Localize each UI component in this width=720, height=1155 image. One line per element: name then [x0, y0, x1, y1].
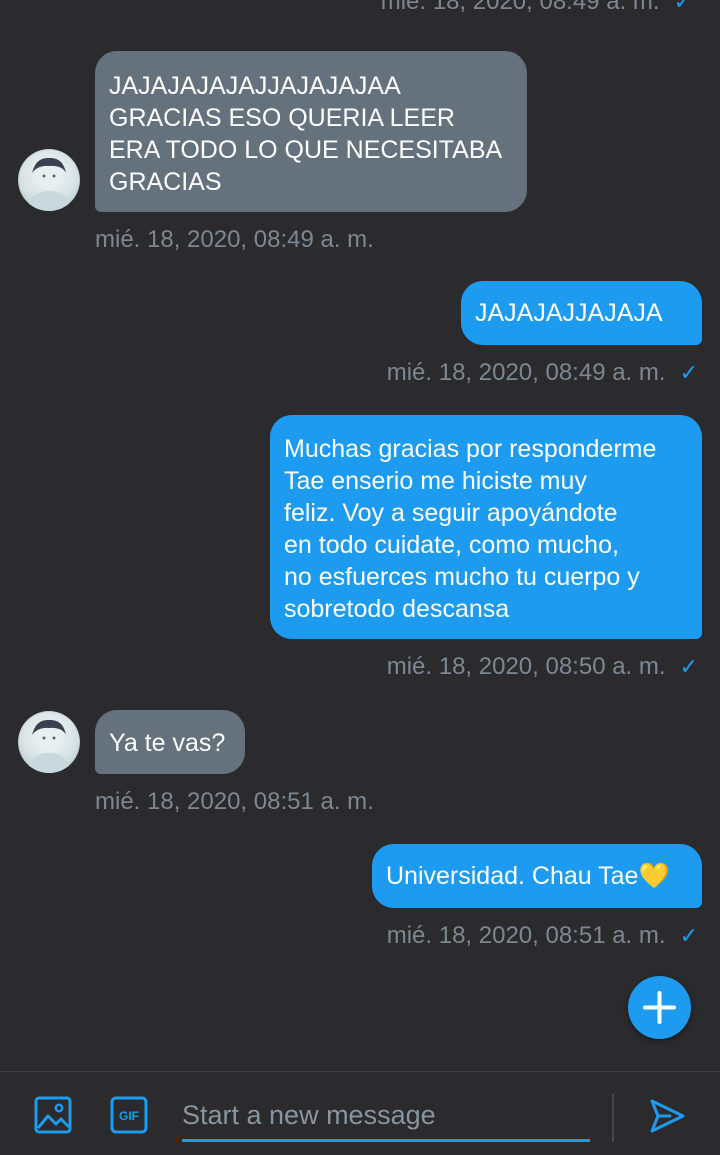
outgoing-message-bubble[interactable]: Universidad. Chau Tae💛: [372, 844, 702, 908]
checkmark-icon: ✓: [679, 923, 698, 948]
message-timestamp: mié. 18, 2020, 08:50 a. m. ✓: [386, 653, 698, 680]
checkmark-icon: ✓: [673, 0, 692, 14]
incoming-message-bubble[interactable]: JAJAJAJAJAJJAJAJAJAA GRACIAS ESO QUERIA …: [95, 51, 527, 212]
new-message-fab[interactable]: [628, 976, 691, 1039]
message-timestamp: mié. 18, 2020, 08:51 a. m. ✓: [386, 922, 698, 949]
avatar-image: [26, 719, 72, 773]
message-composer: GIF: [0, 1071, 720, 1155]
checkmark-icon: ✓: [679, 654, 698, 679]
checkmark-icon: ✓: [679, 360, 698, 385]
image-icon[interactable]: [34, 1096, 72, 1134]
dm-conversation-screen: mié. 18, 2020, 08:49 a. m. ✓ JAJAJAJAJAJJ…: [0, 0, 720, 1155]
svg-text:GIF: GIF: [119, 1109, 139, 1123]
message-timestamp-partial: mié. 18, 2020, 08:49 a. m. ✓: [381, 0, 692, 16]
message-timestamp: mié. 18, 2020, 08:49 a. m. ✓: [386, 359, 698, 386]
composer-divider: [612, 1094, 614, 1142]
message-timestamp: mié. 18, 2020, 08:49 a. m.: [95, 226, 374, 253]
gif-icon[interactable]: GIF: [110, 1096, 148, 1134]
plus-icon: [643, 991, 676, 1024]
avatar[interactable]: [18, 149, 80, 211]
avatar-image: [26, 157, 72, 211]
incoming-message-bubble[interactable]: Ya te vas?: [95, 710, 245, 774]
outgoing-message-bubble[interactable]: Muchas gracias por responderme Tae enser…: [270, 415, 702, 639]
outgoing-message-bubble[interactable]: JAJAJAJJAJAJA: [461, 281, 702, 345]
send-icon[interactable]: [648, 1097, 686, 1135]
message-input[interactable]: [182, 1092, 590, 1142]
avatar[interactable]: [18, 711, 80, 773]
message-timestamp: mié. 18, 2020, 08:51 a. m.: [95, 788, 374, 815]
